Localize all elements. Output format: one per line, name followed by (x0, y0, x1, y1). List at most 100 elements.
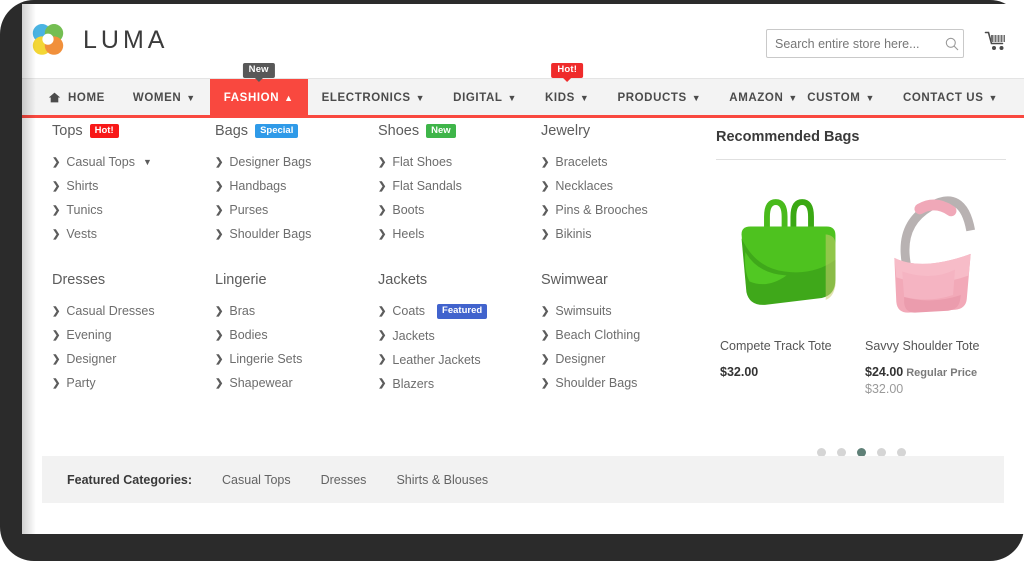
fashion-mega-menu: Tops Hot! ❯ Casual Tops ▼ ❯ Shirts ❯ Tunics ❯ Vest… (22, 121, 1024, 467)
mega-menu-group-title[interactable]: Lingerie (215, 270, 378, 290)
mega-menu-item[interactable]: ❯ Evening (52, 323, 215, 347)
chevron-right-icon: ❯ (52, 305, 61, 317)
chevron-right-icon: ❯ (541, 305, 550, 317)
mega-menu-item[interactable]: ❯ Designer (541, 347, 691, 371)
mega-menu-item[interactable]: ❯ Designer (52, 347, 215, 371)
mega-menu-item-label: Necklaces (555, 179, 614, 193)
featured-category-link[interactable]: Shirts & Blouses (396, 473, 488, 487)
group-title-label: Shoes (378, 123, 420, 139)
mega-menu-item[interactable]: ❯ Handbags (215, 174, 378, 198)
mega-menu-item[interactable]: ❯ Shoulder Bags (541, 371, 691, 395)
nav-item-fashion[interactable]: New FASHION ▲ (209, 63, 308, 116)
group-title-label: Jewelry (541, 123, 591, 139)
mega-menu-item[interactable]: ❯ Swimsuits (541, 299, 691, 323)
product-card[interactable]: Savvy Shoulder Tote $24.00 Regular Price … (861, 168, 1006, 396)
nav-item-kids[interactable]: Hot! KIDS ▼ (531, 63, 603, 116)
chevron-right-icon: ❯ (52, 156, 61, 168)
chevron-up-icon: ▲ (284, 93, 294, 103)
recommended-products: Compete Track Tote $32.00 Savvy Shoulder… (716, 168, 1006, 396)
mega-menu-item[interactable]: ❯ Pins & Brooches (541, 198, 691, 222)
mega-menu-item[interactable]: ❯ Necklaces (541, 174, 691, 198)
product-card[interactable]: Compete Track Tote $32.00 (716, 168, 861, 396)
nav-item-digital[interactable]: DIGITAL ▼ (439, 79, 531, 116)
mega-menu-group-title[interactable]: Tops Hot! (52, 121, 215, 141)
mega-menu-item[interactable]: ❯ Bikinis (541, 222, 691, 246)
mega-menu-item-label: Casual Dresses (66, 304, 155, 318)
shopping-cart-icon[interactable] (984, 30, 1008, 54)
chevron-right-icon: ❯ (378, 305, 387, 317)
nav-item-label: WOMEN (132, 91, 182, 104)
mega-menu-group: Lingerie ❯ Bras ❯ Bodies ❯ Lingerie Sets ❯ Shape… (215, 270, 378, 395)
chevron-right-icon: ❯ (215, 329, 224, 341)
mega-menu-item[interactable]: ❯ Party (52, 371, 215, 395)
featured-category-link[interactable]: Casual Tops (222, 473, 291, 487)
mega-menu-item[interactable]: ❯ Flat Sandals (378, 174, 541, 198)
mega-menu-item[interactable]: ❯ Bodies (215, 323, 378, 347)
mega-menu-item-label: Leather Jackets (392, 352, 481, 367)
mega-menu-column: Shoes New ❯ Flat Shoes ❯ Flat Sandals ❯ Boots ❯ H… (378, 121, 541, 396)
nav-item-home[interactable]: HOME (34, 79, 119, 116)
mega-menu-group-title[interactable]: Dresses (52, 270, 215, 290)
mega-menu-item[interactable]: ❯ Casual Dresses (52, 299, 215, 323)
chevron-right-icon: ❯ (215, 305, 224, 317)
mega-menu-item[interactable]: ❯ Purses (215, 198, 378, 222)
recommended-title: Recommended Bags (716, 129, 1006, 160)
mega-menu-item[interactable]: ❯ Leather Jackets (378, 348, 541, 372)
mega-menu-group-title[interactable]: Bags Special (215, 121, 378, 141)
group-title-label: Jackets (378, 272, 428, 288)
mega-menu-item[interactable]: ❯ Heels (378, 222, 541, 246)
mega-menu-item[interactable]: ❯ Designer Bags (215, 150, 378, 174)
chevron-down-icon: ▼ (415, 93, 426, 103)
product-old-price: $32.00 (865, 382, 904, 396)
product-price-value: $24.00 (865, 365, 904, 379)
chevron-right-icon: ❯ (378, 180, 387, 192)
mega-menu-item-label: Bodies (229, 328, 268, 342)
mega-menu-item[interactable]: ❯ Shoulder Bags (215, 222, 378, 246)
mega-menu-item[interactable]: ❯ Tunics (52, 198, 215, 222)
mega-menu-item[interactable]: ❯ Beach Clothing (541, 323, 691, 347)
mega-menu-item[interactable]: ❯ Boots (378, 198, 541, 222)
mega-menu-item[interactable]: ❯ Bras (215, 299, 378, 323)
mega-menu-group-title[interactable]: Jackets (378, 270, 541, 290)
mega-menu-item-label: Flat Sandals (392, 179, 462, 193)
nav-item-electronics[interactable]: ELECTRONICS ▼ (308, 79, 440, 116)
product-name: Compete Track Tote (720, 339, 832, 353)
chevron-right-icon: ❯ (215, 180, 224, 192)
nav-item-products[interactable]: PRODUCTS ▼ (603, 79, 715, 116)
mega-menu-group-title[interactable]: Shoes New (378, 121, 541, 141)
chevron-right-icon: ❯ (541, 204, 550, 216)
mega-menu-item[interactable]: ❯ Blazers (378, 372, 541, 396)
mega-menu-item[interactable]: ❯ Casual Tops ▼ (52, 150, 215, 174)
chevron-right-icon: ❯ (215, 156, 224, 168)
mega-menu-group-title[interactable]: Jewelry (541, 121, 691, 141)
search-icon[interactable] (944, 36, 960, 52)
chevron-right-icon: ❯ (378, 378, 387, 390)
search-input[interactable] (767, 30, 944, 57)
mega-menu-item[interactable]: ❯ Jackets (378, 324, 541, 348)
mega-menu-item[interactable]: ❯ Bracelets (541, 150, 691, 174)
chevron-right-icon: ❯ (541, 156, 550, 168)
mega-menu-item[interactable]: ❯ Shirts (52, 174, 215, 198)
mega-menu-item[interactable]: ❯ Vests (52, 222, 215, 246)
regular-price-label: Regular Price (906, 367, 978, 379)
mega-menu-item[interactable]: ❯ Flat Shoes (378, 150, 541, 174)
search-box[interactable] (766, 29, 964, 58)
product-image (720, 168, 857, 333)
nav-item-women[interactable]: WOMEN ▼ (119, 79, 210, 116)
mega-menu-item[interactable]: ❯ Lingerie Sets (215, 347, 378, 371)
mega-menu-item-label: Blazers (392, 376, 435, 391)
chevron-right-icon: ❯ (52, 329, 61, 341)
site-header: LUMA (22, 4, 1024, 78)
nav-item-label: PRODUCTS (617, 91, 687, 104)
mega-menu-item[interactable]: ❯ Shapewear (215, 371, 378, 395)
product-name: Savvy Shoulder Tote (865, 339, 980, 353)
mega-menu-group: Shoes New ❯ Flat Shoes ❯ Flat Sandals ❯ Boots ❯ H… (378, 121, 541, 246)
nav-item-contact-us[interactable]: CONTACT US ▼ (889, 79, 1012, 116)
featured-category-link[interactable]: Dresses (321, 473, 367, 487)
device-bezel: LUMA HOMEWOMEN▼NewFA (0, 0, 1024, 561)
nav-item-custom[interactable]: CUSTOM ▼ (793, 79, 889, 116)
logo[interactable]: LUMA (28, 20, 168, 60)
mega-menu-item[interactable]: ❯ Coats Featured (378, 299, 541, 324)
mega-menu-group-title[interactable]: Swimwear (541, 270, 691, 290)
mega-menu-item-label: Jackets (392, 328, 435, 343)
